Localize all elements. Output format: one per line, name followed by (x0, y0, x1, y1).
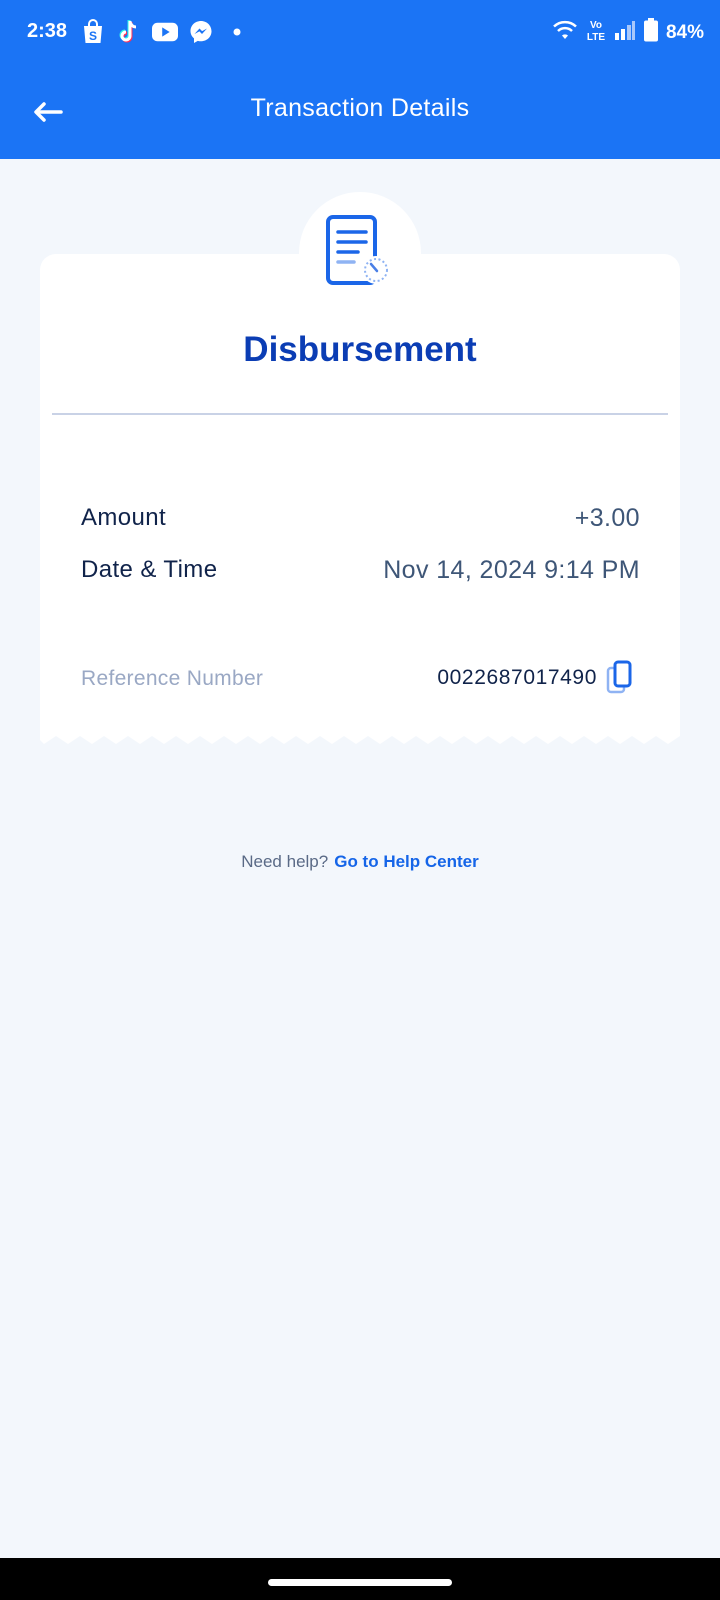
battery-percentage: 84% (665, 21, 704, 43)
date-time-value: Nov 14, 2024 9:14 PM (383, 556, 640, 584)
status-time: 2:38 (27, 20, 68, 42)
youtube-icon (152, 18, 178, 46)
receipt-torn-edge (40, 730, 680, 744)
copy-reference-button[interactable] (606, 660, 634, 694)
svg-text:S: S (89, 29, 97, 43)
help-center-link[interactable]: Go to Help Center (334, 852, 479, 871)
receipt-clock-icon (326, 215, 390, 285)
reference-number-label: Reference Number (81, 667, 264, 690)
status-bar: 2:38 S Vo LTE 84% (0, 0, 720, 64)
help-row: Need help? Go to Help Center (0, 852, 720, 872)
receipt-card (40, 254, 680, 732)
dot-icon (224, 18, 250, 46)
svg-text:LTE: LTE (587, 32, 605, 42)
amount-label: Amount (81, 504, 167, 531)
battery-icon (643, 18, 658, 47)
messenger-icon (188, 18, 214, 46)
amount-value: +3.00 (574, 504, 640, 532)
tiktok-icon (116, 18, 142, 46)
page-title: Transaction Details (250, 94, 470, 122)
copy-icon (606, 660, 632, 694)
divider (52, 413, 668, 415)
wifi-icon (552, 19, 578, 46)
reference-number-value: 0022687017490 (437, 666, 597, 689)
transaction-type-title: Disbursement (243, 330, 477, 369)
svg-text:Vo: Vo (590, 20, 602, 31)
home-indicator[interactable] (268, 1579, 452, 1586)
notification-icons: S (80, 18, 250, 46)
shopee-icon: S (80, 18, 106, 46)
help-text: Need help? (241, 852, 329, 871)
volte-icon: Vo LTE (586, 18, 606, 47)
system-status: Vo LTE 84% (552, 18, 704, 47)
signal-icon (614, 19, 636, 46)
date-time-label: Date & Time (81, 556, 218, 583)
